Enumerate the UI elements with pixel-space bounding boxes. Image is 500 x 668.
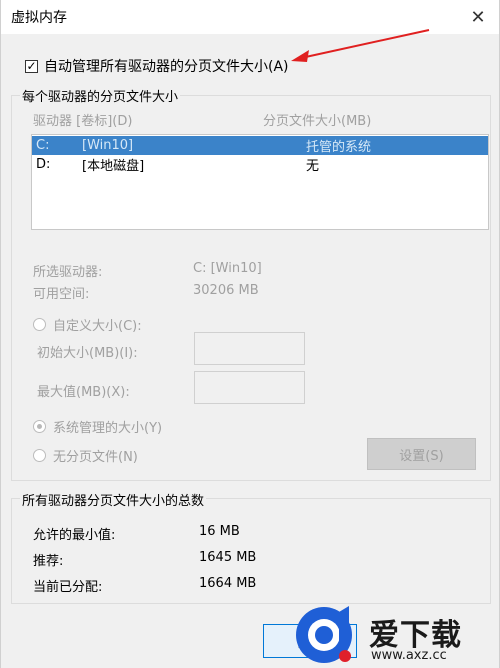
- free-space-value: 30206 MB: [193, 283, 259, 298]
- initial-size-input[interactable]: [194, 332, 305, 365]
- drive-label: [本地磁盘]: [82, 159, 145, 174]
- drive-letter: D:: [36, 157, 51, 172]
- system-managed-option[interactable]: 系统管理的大小(Y): [33, 417, 162, 436]
- no-paging-label: 无分页文件(N): [53, 450, 138, 465]
- no-paging-option[interactable]: 无分页文件(N): [33, 446, 138, 465]
- radio-selected-dot: [37, 424, 42, 429]
- recommended-label: 推荐:: [33, 554, 64, 569]
- drive-list[interactable]: C: [Win10] 托管的系统 D: [本地磁盘] 无: [31, 134, 489, 230]
- max-size-input[interactable]: [194, 371, 305, 404]
- selected-drive-value: C: [Win10]: [193, 261, 262, 276]
- total-group-title: 所有驱动器分页文件大小的总数: [20, 490, 207, 509]
- system-managed-label: 系统管理的大小(Y): [53, 421, 163, 436]
- drive-size: 无: [306, 159, 320, 174]
- free-space-label: 可用空间:: [33, 287, 90, 302]
- annotation-arrow-icon: [291, 29, 430, 62]
- settings-button[interactable]: 设置(S): [367, 438, 476, 470]
- selected-drive-label: 所选驱动器:: [33, 265, 103, 280]
- currently-allocated-value: 1664 MB: [199, 576, 257, 591]
- min-allowed-value: 16 MB: [199, 524, 240, 539]
- watermark-url: www.axz.cc: [371, 648, 447, 663]
- list-item[interactable]: D: [本地磁盘] 无: [32, 155, 488, 174]
- drive-size: 托管的系统: [306, 140, 372, 155]
- drive-label: [Win10]: [82, 138, 134, 153]
- min-allowed-label: 允许的最小值:: [33, 528, 116, 543]
- watermark-logo-icon: [296, 606, 352, 663]
- currently-allocated-label: 当前已分配:: [33, 580, 103, 595]
- initial-size-label: 初始大小(MB)(I):: [37, 346, 138, 361]
- custom-size-label: 自定义大小(C):: [53, 319, 142, 334]
- system-managed-radio[interactable]: [33, 420, 46, 433]
- custom-size-radio[interactable]: [33, 318, 46, 331]
- drive-letter: C:: [36, 138, 50, 153]
- list-item[interactable]: C: [Win10] 托管的系统: [32, 136, 488, 155]
- recommended-value: 1645 MB: [199, 550, 257, 565]
- watermark: 爱下载 www.axz.cc: [291, 604, 499, 668]
- no-paging-radio[interactable]: [33, 449, 46, 462]
- virtual-memory-dialog: 虚拟内存 ✕ ✓ 自动管理所有驱动器的分页文件大小(A) 每个驱动器的分页文件大…: [0, 0, 500, 668]
- custom-size-option[interactable]: 自定义大小(C):: [33, 315, 142, 334]
- max-size-label: 最大值(MB)(X):: [37, 385, 130, 400]
